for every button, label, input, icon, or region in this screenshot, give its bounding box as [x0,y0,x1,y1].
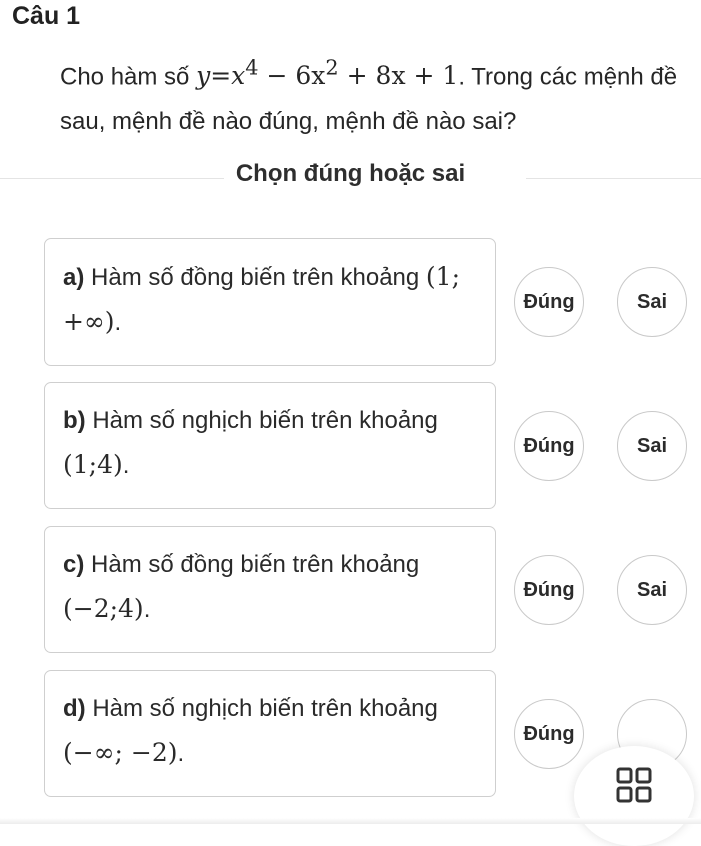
statement-a-text: a) Hàm số đồng biến trên khoảng (1; +∞). [63,262,460,336]
statement-d-true-button[interactable]: Đúng [514,699,584,769]
statement-a-true-button[interactable]: Đúng [514,267,584,337]
question-number: Câu 1 [12,2,81,30]
statement-d-text: d) Hàm số nghịch biến trên khoảng (−∞; −… [63,695,438,767]
section-title: Chọn đúng hoặc sai [235,160,466,187]
question-prefix: Cho hàm số [60,63,197,91]
statement-c-true-button[interactable]: Đúng [514,555,584,625]
statement-a-false-button[interactable]: Sai [617,267,687,337]
function-formula: y=x4 − 6x2 + 8x + 1 [196,56,459,91]
question-text: Cho hàm số y=x4 − 6x2 + 8x + 1. Trong cá… [60,46,690,144]
statement-a-card: a) Hàm số đồng biến trên khoảng (1; +∞). [44,238,496,366]
statement-c-text: c) Hàm số đồng biến trên khoảng (−2;4). [63,551,420,623]
statement-b-card: b) Hàm số nghịch biến trên khoảng (1;4). [44,382,496,509]
question-grid-button[interactable] [574,746,694,846]
statement-b-text: b) Hàm số nghịch biến trên khoảng (1;4). [63,407,438,479]
statement-d-card: d) Hàm số nghịch biến trên khoảng (−∞; −… [44,670,496,797]
grid-icon [616,767,652,803]
statement-c-false-button[interactable]: Sai [617,555,687,625]
statement-b-false-button[interactable]: Sai [617,411,687,481]
statement-c-card: c) Hàm số đồng biến trên khoảng (−2;4). [44,526,496,653]
bottom-edge [0,818,701,824]
statement-b-true-button[interactable]: Đúng [514,411,584,481]
